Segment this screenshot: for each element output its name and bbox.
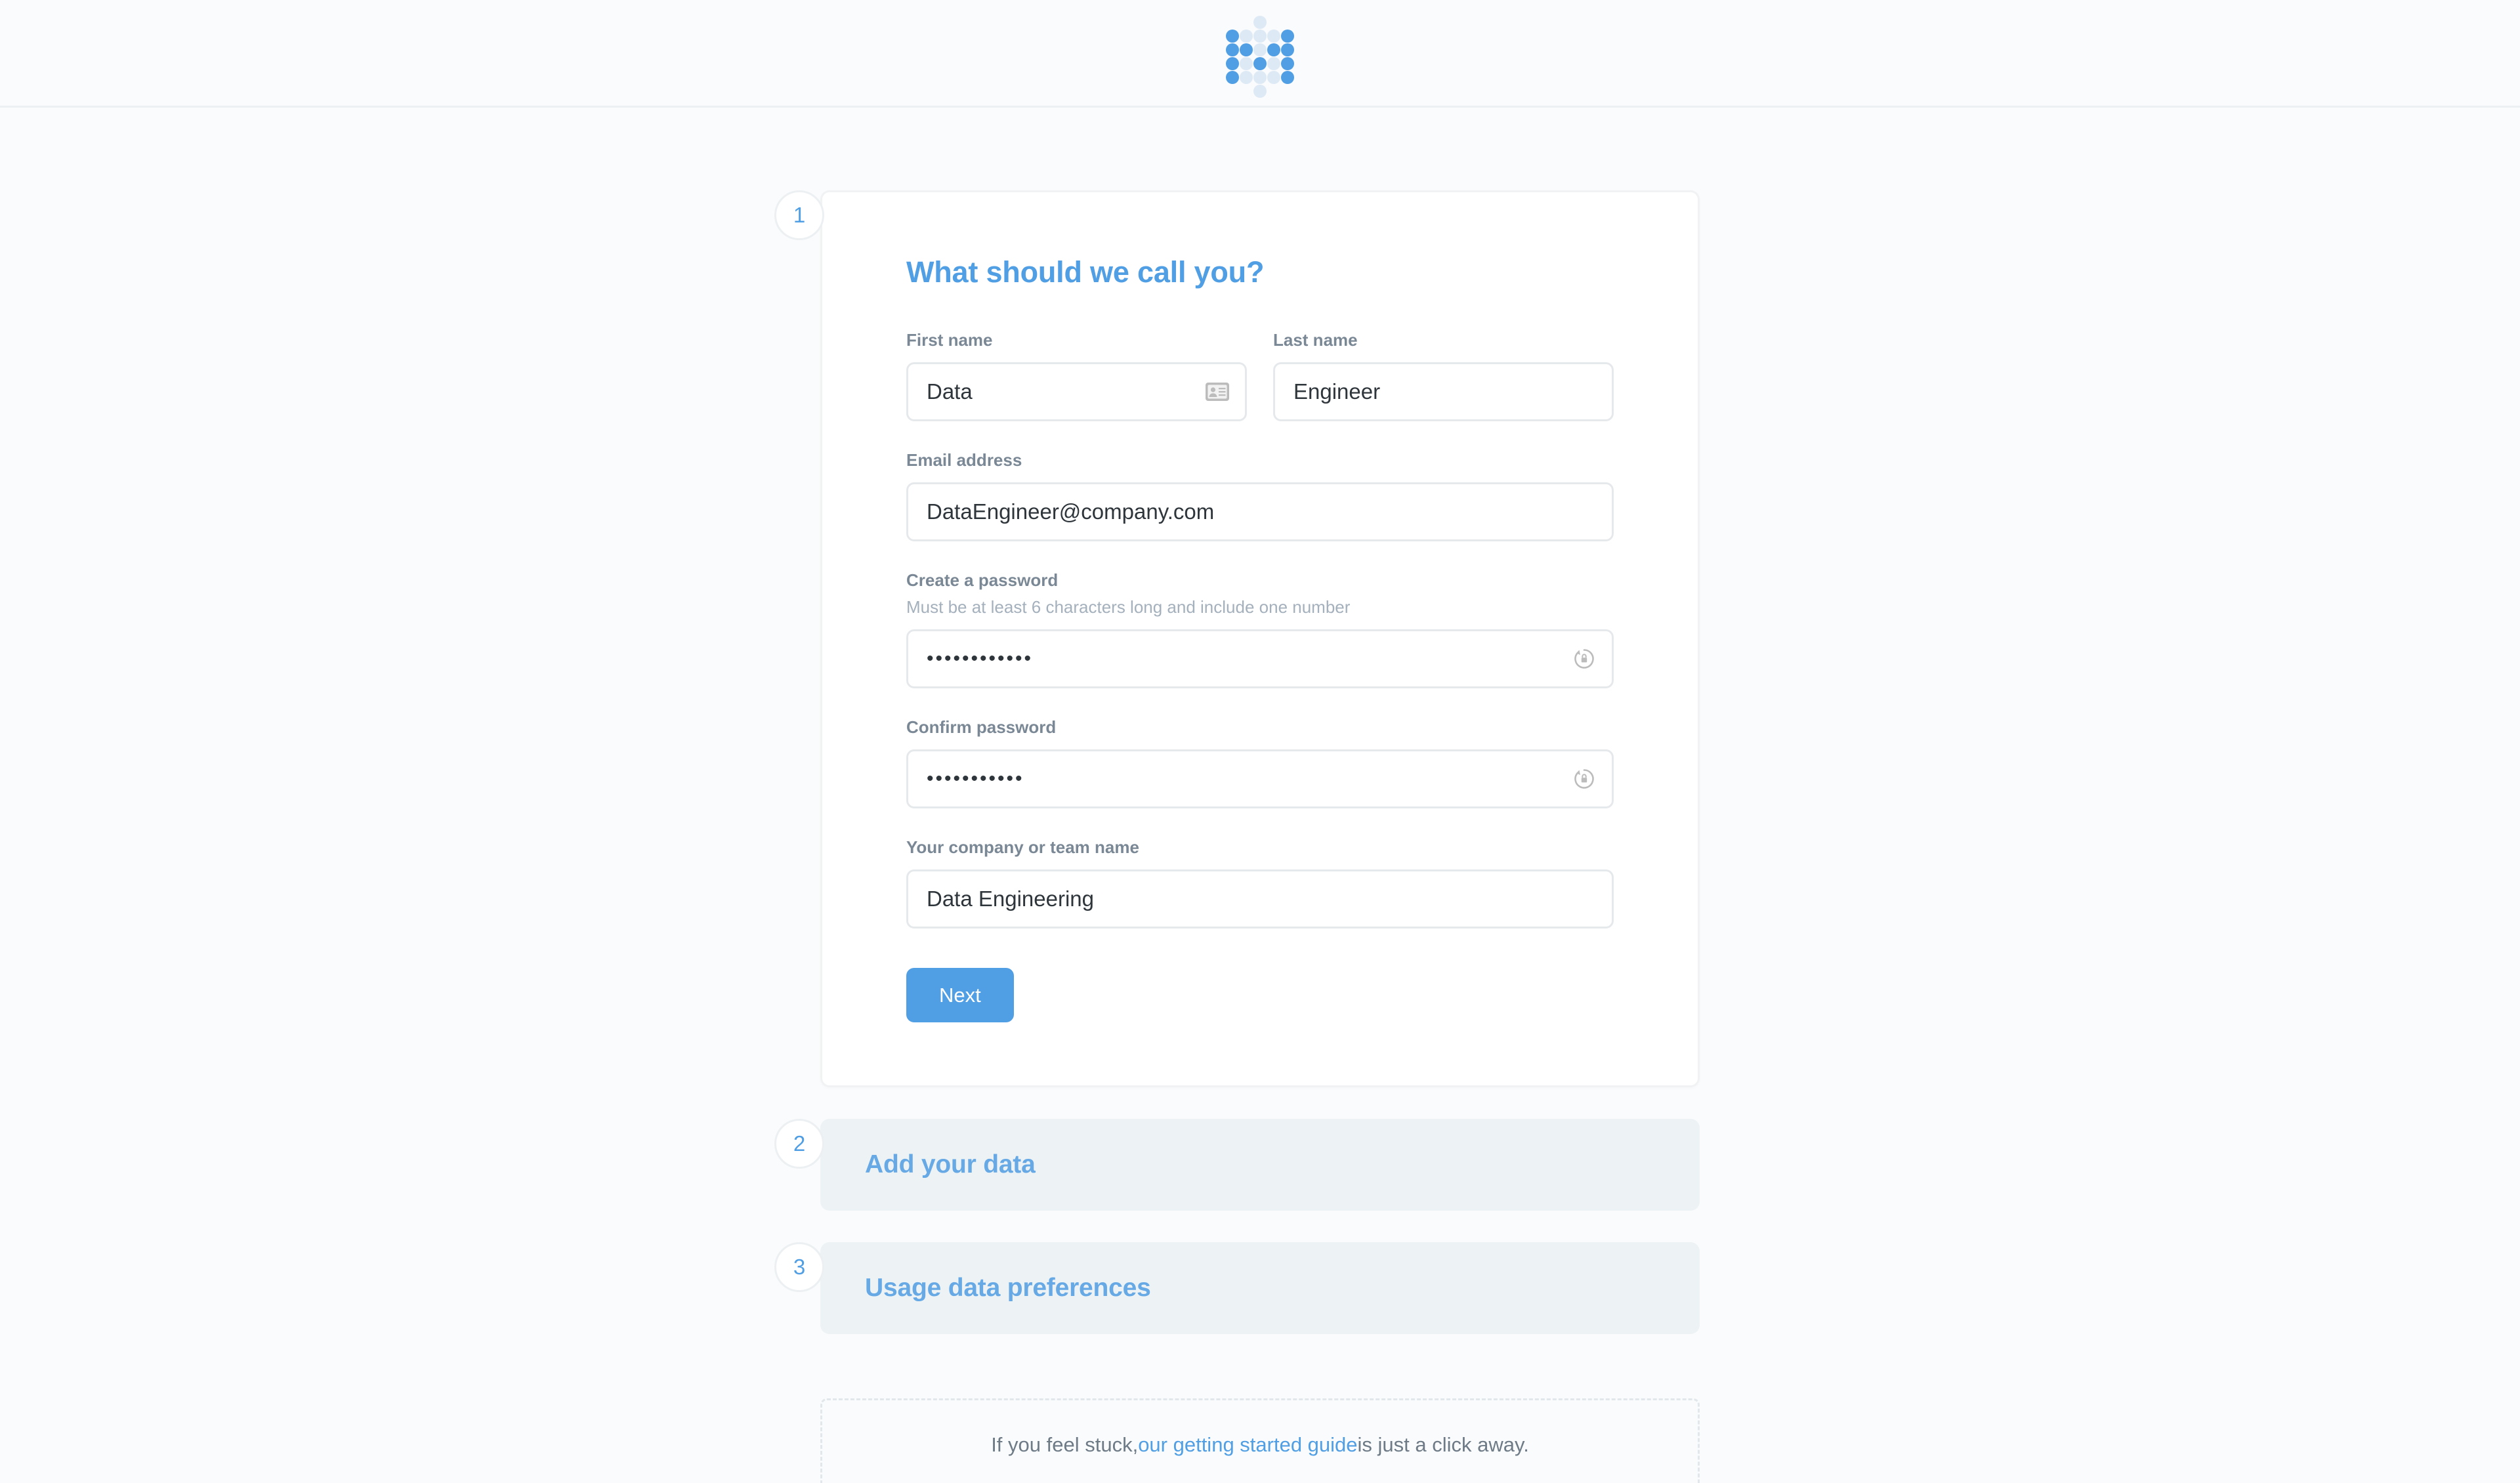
- first-name-field: First name: [906, 330, 1247, 421]
- password-hint: Must be at least 6 characters long and i…: [906, 597, 1351, 617]
- logo-dot: [1281, 56, 1294, 70]
- getting-started-guide-link[interactable]: our getting started guide: [1138, 1433, 1357, 1457]
- confirm-password-input[interactable]: •••••••••••: [906, 749, 1614, 808]
- logo-dot: [1267, 43, 1280, 56]
- logo-dot: [1226, 70, 1239, 84]
- page-title: What should we call you?: [906, 255, 1265, 289]
- logo-dot: [1240, 29, 1253, 43]
- help-text-after: is just a click away.: [1357, 1433, 1529, 1456]
- last-name-input[interactable]: [1273, 362, 1614, 421]
- logo-dot: [1253, 84, 1267, 98]
- usage-data-preferences-card[interactable]: Usage data preferences: [820, 1242, 1700, 1334]
- logo-dot: [1240, 56, 1253, 70]
- company-label: Your company or team name: [906, 837, 1139, 857]
- logo-dot: [1281, 43, 1294, 56]
- first-name-input[interactable]: [906, 362, 1247, 421]
- logo-dot: [1226, 56, 1239, 70]
- email-input-wrap: [906, 482, 1614, 541]
- page-body: 1 What should we call you? First name Da…: [0, 108, 2520, 1483]
- password-key-icon[interactable]: [1572, 766, 1597, 791]
- setup-steps: 1 What should we call you? First name Da…: [774, 190, 1700, 1366]
- confirm-password-label: Confirm password: [906, 717, 1057, 737]
- step-number-2: 2: [793, 1131, 806, 1156]
- last-name-input-wrap: [1273, 362, 1614, 421]
- logo-dot: [1267, 29, 1280, 43]
- setup-step-3[interactable]: 3 Usage data preferences: [774, 1242, 1700, 1334]
- first-name-label: First name: [906, 330, 993, 350]
- step-badge-3: 3: [774, 1242, 824, 1292]
- first-name-input-wrap: [906, 362, 1247, 421]
- logo-dot: [1267, 70, 1280, 84]
- confirm-password-field: Confirm password •••••••••••: [906, 717, 1614, 808]
- contact-card-icon[interactable]: [1205, 379, 1230, 404]
- user-info-card: What should we call you? First name Data…: [820, 190, 1700, 1087]
- password-label: Create a password: [906, 570, 1059, 590]
- usage-data-preferences-title: Usage data preferences: [865, 1274, 1151, 1302]
- next-button[interactable]: Next: [906, 968, 1014, 1022]
- setup-step-2[interactable]: 2 Add your data: [774, 1119, 1700, 1211]
- step-number-3: 3: [793, 1255, 806, 1279]
- help-text-before: If you feel stuck,: [991, 1433, 1139, 1456]
- logo-dot: [1267, 56, 1280, 70]
- logo-dot: [1240, 70, 1253, 84]
- confirm-password-input-wrap: •••••••••••: [906, 749, 1614, 808]
- logo-dot: [1253, 43, 1267, 56]
- step-number-1: 1: [793, 203, 806, 227]
- email-field: Email address: [906, 450, 1614, 541]
- add-your-data-card[interactable]: Add your data: [820, 1119, 1700, 1211]
- logo-dot: [1253, 70, 1267, 84]
- password-input-wrap: ••••••••••••: [906, 629, 1614, 688]
- logo-dot: [1226, 29, 1239, 43]
- logo-dot: [1253, 29, 1267, 43]
- metabase-logo: [1226, 13, 1294, 98]
- step-badge-2: 2: [774, 1119, 824, 1169]
- logo-dot: [1253, 56, 1267, 70]
- setup-step-1: 1 What should we call you? First name Da…: [774, 190, 1700, 1087]
- company-input-wrap: [906, 869, 1614, 929]
- name-field-row: First name Data Last name Engineer: [906, 330, 1614, 421]
- logo-dot: [1253, 15, 1267, 29]
- password-input[interactable]: ••••••••••••: [906, 629, 1614, 688]
- logo-dot: [1226, 43, 1239, 56]
- logo-dot: [1240, 43, 1253, 56]
- add-your-data-title: Add your data: [865, 1150, 1036, 1179]
- last-name-label: Last name: [1273, 330, 1358, 350]
- email-label: Email address: [906, 450, 1022, 470]
- logo-dot: [1281, 70, 1294, 84]
- password-field: Create a password Must be at least 6 cha…: [906, 570, 1614, 688]
- last-name-field: Last name: [1273, 330, 1614, 421]
- logo-dot: [1281, 29, 1294, 43]
- app-header: [0, 0, 2520, 108]
- password-key-icon[interactable]: [1572, 646, 1597, 671]
- email-input[interactable]: [906, 482, 1614, 541]
- company-field: Your company or team name: [906, 837, 1614, 929]
- step-badge-1: 1: [774, 190, 824, 240]
- company-input[interactable]: [906, 869, 1614, 929]
- help-box: If you feel stuck, our getting started g…: [820, 1398, 1700, 1483]
